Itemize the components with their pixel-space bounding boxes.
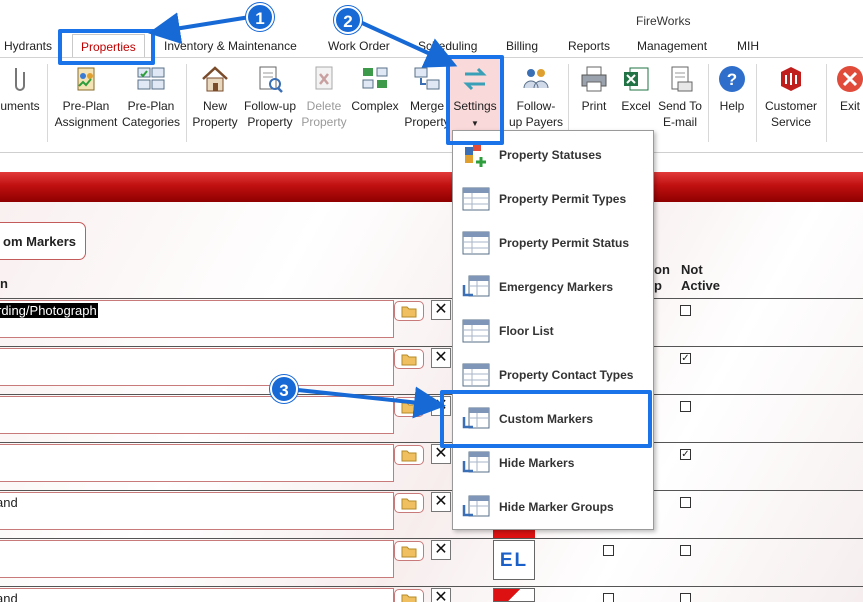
step-badge-2: 2 bbox=[334, 6, 362, 34]
arrow-step-1 bbox=[148, 12, 251, 45]
step-badge-1: 1 bbox=[246, 3, 274, 31]
step-badge-3: 3 bbox=[270, 375, 298, 403]
annotation-arrows bbox=[148, 12, 458, 419]
arrow-step-3 bbox=[297, 386, 446, 419]
arrow-step-2 bbox=[359, 20, 458, 68]
